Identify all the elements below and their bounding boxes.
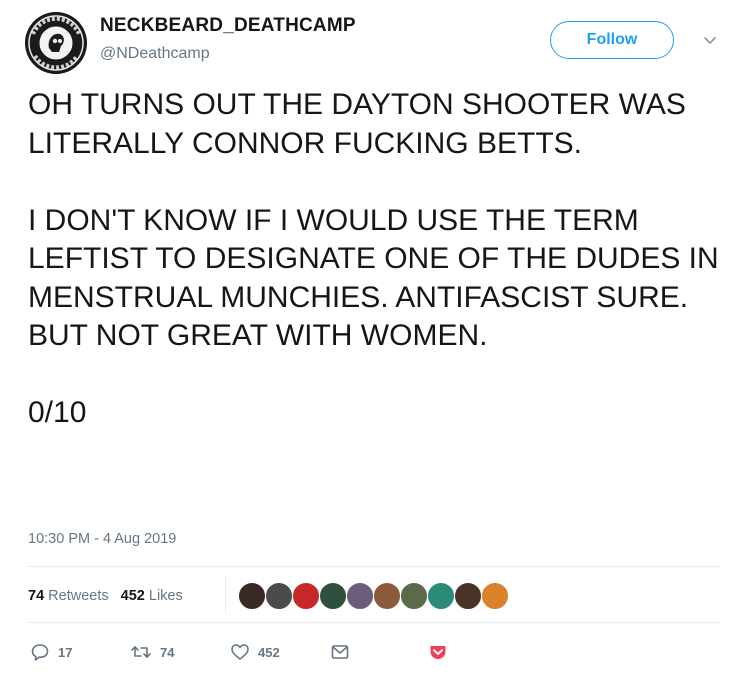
tweet-paragraph: 0/10 [28,396,87,429]
liker-avatar[interactable] [481,582,509,610]
likes-label: Likes [148,588,183,604]
tweet-text: OH TURNS OUT THE DAYTON SHOOTER WAS LITE… [28,86,728,433]
avatar[interactable] [25,12,87,74]
likes-count: 452 [120,588,145,604]
retweet-count: 74 [160,644,175,660]
likes-stat[interactable]: 452 Likes [121,588,183,604]
like-count: 452 [258,644,280,660]
user-handle[interactable]: @NDeathcamp [100,45,210,63]
divider [28,566,720,567]
reply-button[interactable]: 17 [30,640,72,664]
retweets-count: 74 [28,588,45,604]
liker-avatar[interactable] [346,582,374,610]
divider [28,622,720,623]
save-to-pocket-button[interactable] [428,640,448,664]
like-button[interactable]: 452 [230,640,280,664]
retweets-stat[interactable]: 74 Retweets [28,588,109,604]
direct-message-button[interactable] [330,640,350,664]
liker-avatar[interactable] [400,582,428,610]
liker-avatar[interactable] [319,582,347,610]
more-options-chevron-down-icon[interactable] [700,31,720,51]
retweet-icon [131,646,151,658]
stats-separator [225,576,226,614]
reply-icon [31,644,49,661]
liker-avatar[interactable] [238,582,266,610]
retweets-label: Retweets [48,588,109,604]
follow-button[interactable]: Follow [550,21,674,59]
pocket-icon [430,646,446,659]
heart-icon [231,644,249,660]
skull-seal-avatar-icon [25,12,87,74]
tweet-stats: 74 Retweets 452 Likes [28,588,183,604]
liker-avatar[interactable] [454,582,482,610]
tweet-timestamp[interactable]: 10:30 PM - 4 Aug 2019 [28,531,176,547]
envelope-icon [331,645,349,659]
retweet-button[interactable]: 74 [130,640,174,664]
liker-avatar[interactable] [427,582,455,610]
tweet-paragraph: I DON'T KNOW IF I WOULD USE THE TERM LEF… [28,203,719,353]
liker-avatar[interactable] [265,582,293,610]
liker-avatar[interactable] [373,582,401,610]
reply-count: 17 [58,644,73,660]
liker-avatar[interactable] [292,582,320,610]
display-name[interactable]: NECKBEARD_DEATHCAMP [100,15,356,37]
tweet-paragraph: OH TURNS OUT THE DAYTON SHOOTER WAS LITE… [28,88,686,160]
